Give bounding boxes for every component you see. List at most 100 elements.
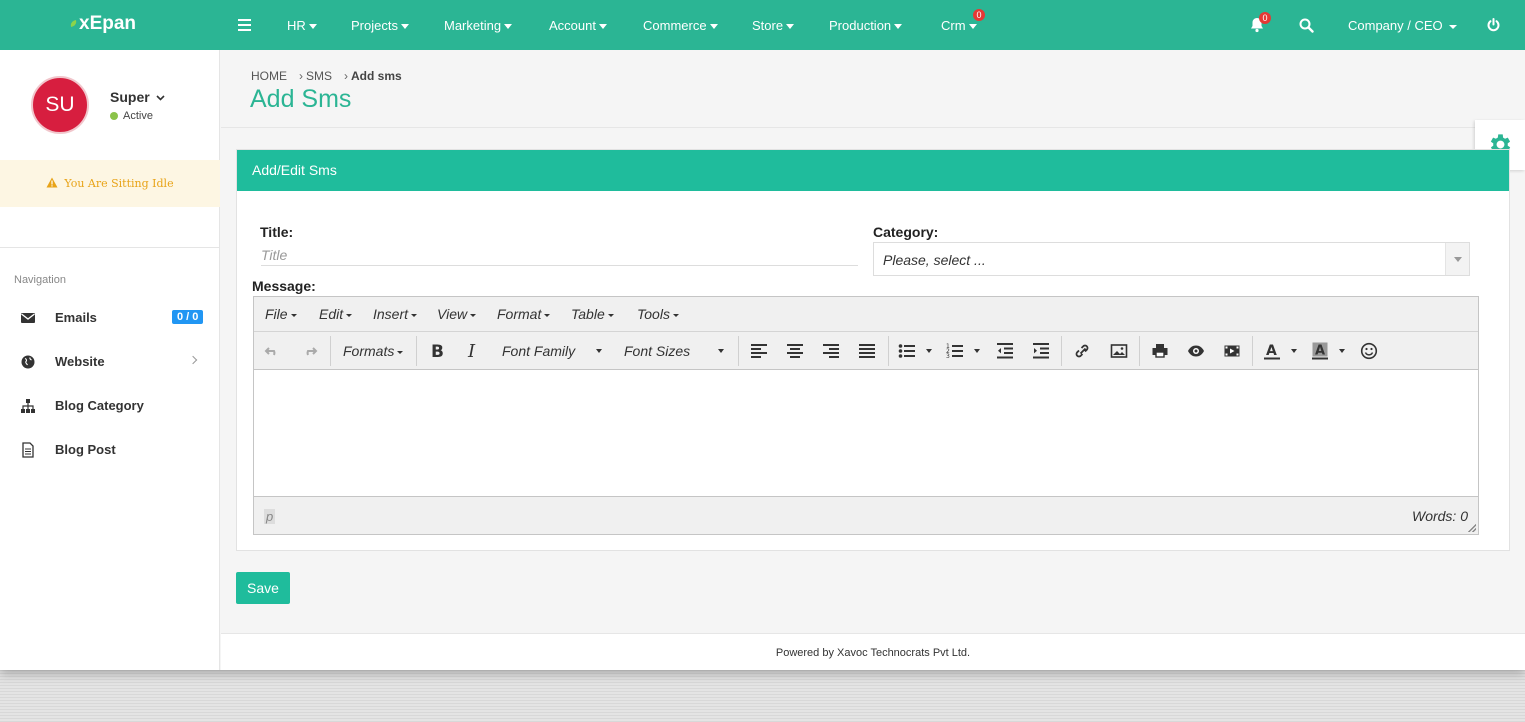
breadcrumb-sms[interactable]: SMS: [306, 69, 332, 83]
align-center-icon[interactable]: [786, 341, 804, 361]
toolbar-divider: [330, 336, 331, 366]
editor-content-area[interactable]: [254, 370, 1478, 496]
caret-down-icon[interactable]: [1291, 349, 1297, 353]
breadcrumb-current: Add sms: [351, 69, 402, 83]
numbered-list-icon[interactable]: 123: [946, 341, 964, 361]
breadcrumb-home[interactable]: HOME: [251, 69, 287, 83]
menu-format[interactable]: Format: [497, 306, 551, 322]
nav-heading: Navigation: [14, 274, 66, 286]
media-icon[interactable]: [1223, 341, 1241, 361]
caret-down-icon: [470, 313, 477, 317]
preview-eye-icon[interactable]: [1187, 341, 1205, 361]
menu-label: Format: [497, 306, 542, 322]
bullet-list-icon[interactable]: [898, 341, 916, 361]
nav-label: Crm: [941, 18, 966, 33]
align-justify-icon[interactable]: [858, 341, 876, 361]
user-menu[interactable]: Super: [110, 89, 165, 105]
nav-crm[interactable]: Crm: [941, 18, 977, 33]
nav-commerce[interactable]: Commerce: [643, 18, 718, 33]
align-left-icon[interactable]: [750, 341, 768, 361]
sms-form-panel: Add/Edit Sms Title: Category: Please, se…: [236, 149, 1510, 551]
outdent-icon[interactable]: [996, 341, 1014, 361]
nav-label: Marketing: [444, 18, 502, 33]
emails-count-badge: 0 / 0: [172, 310, 204, 324]
menu-label: View: [437, 306, 468, 322]
font-family-dropdown[interactable]: Font Family: [502, 343, 575, 359]
text-color-icon[interactable]: A: [1263, 341, 1281, 361]
formats-dropdown[interactable]: Formats: [343, 343, 404, 359]
nav-hr[interactable]: HR: [287, 18, 317, 33]
image-icon[interactable]: [1110, 341, 1128, 361]
redo-icon[interactable]: [300, 341, 318, 361]
link-icon[interactable]: [1073, 341, 1091, 361]
sidebar-item-label: Blog Post: [55, 442, 116, 457]
svg-text:A: A: [1266, 343, 1277, 359]
sidebar-item-website[interactable]: Website: [0, 346, 220, 376]
italic-icon[interactable]: I: [465, 341, 481, 361]
menu-view[interactable]: View: [437, 306, 477, 322]
nav-label: Commerce: [643, 18, 707, 33]
caret-down-icon: [544, 313, 551, 317]
element-path[interactable]: p: [264, 509, 276, 524]
font-family-label: Font Family: [502, 343, 576, 359]
nav-projects[interactable]: Projects: [351, 18, 409, 33]
bold-icon[interactable]: B: [429, 341, 445, 361]
caret-down-icon: [598, 24, 607, 30]
title-input[interactable]: [261, 244, 858, 266]
caret-down-icon[interactable]: [596, 349, 602, 353]
menu-label: File: [265, 306, 288, 322]
indent-icon[interactable]: [1032, 341, 1050, 361]
menu-toggle-icon[interactable]: [238, 19, 251, 31]
crm-badge: 0: [973, 9, 985, 21]
sidebar-item-label: Website: [55, 354, 105, 369]
caret-down-icon[interactable]: [1339, 349, 1345, 353]
app-window: xEpan HR Projects Marketing Account Comm…: [0, 0, 1525, 670]
nav-label: Account: [549, 18, 596, 33]
caret-down-icon[interactable]: [926, 349, 932, 353]
category-select[interactable]: Please, select ...: [873, 242, 1470, 276]
undo-icon[interactable]: [264, 341, 282, 361]
category-selected-value: Please, select ...: [883, 252, 986, 268]
power-icon[interactable]: [1487, 18, 1500, 35]
nav-marketing[interactable]: Marketing: [444, 18, 513, 33]
print-icon[interactable]: [1151, 341, 1169, 361]
svg-text:B: B: [431, 342, 444, 361]
company-role-dropdown[interactable]: Company / CEO: [1348, 18, 1457, 33]
toolbar-divider: [1061, 336, 1062, 366]
menu-label: Tools: [637, 306, 670, 322]
caret-down-icon[interactable]: [718, 349, 724, 353]
background-color-icon[interactable]: A: [1311, 341, 1329, 361]
save-button[interactable]: Save: [236, 572, 290, 604]
sitemap-icon: [21, 399, 35, 413]
caret-down-icon: [400, 24, 409, 30]
menu-tools[interactable]: Tools: [637, 306, 679, 322]
message-label: Message:: [252, 278, 316, 294]
caret-down-icon: [607, 313, 614, 317]
sidebar-item-blog-post[interactable]: Blog Post: [0, 434, 220, 464]
company-role-label: Company / CEO: [1348, 18, 1443, 33]
brand-logo[interactable]: xEpan: [69, 13, 136, 35]
nav-store[interactable]: Store: [752, 18, 795, 33]
nav-account[interactable]: Account: [549, 18, 607, 33]
menu-insert[interactable]: Insert: [373, 306, 418, 322]
align-right-icon[interactable]: [822, 341, 840, 361]
sidebar-item-blog-category[interactable]: Blog Category: [0, 390, 220, 420]
caret-down-icon[interactable]: [974, 349, 980, 353]
caret-down-icon: [672, 313, 679, 317]
font-sizes-dropdown[interactable]: Font Sizes: [624, 343, 690, 359]
menu-file[interactable]: File: [265, 306, 297, 322]
search-icon[interactable]: [1299, 18, 1314, 36]
sidebar-item-emails[interactable]: Emails 0 / 0: [0, 302, 220, 332]
footer-text: Powered by Xavoc Technocrats Pvt Ltd.: [775, 647, 971, 659]
divider: [0, 247, 220, 248]
file-text-icon: [22, 442, 34, 458]
avatar[interactable]: SU: [31, 76, 89, 134]
warning-icon: [46, 177, 58, 188]
menu-edit[interactable]: Edit: [319, 306, 353, 322]
nav-label: Store: [752, 18, 784, 33]
menu-table[interactable]: Table: [571, 306, 614, 322]
nav-production[interactable]: Production: [829, 18, 903, 33]
editor-menubar: File Edit Insert View Format Table Tools: [254, 297, 1478, 332]
resize-handle-icon[interactable]: [1468, 524, 1476, 532]
emoticon-icon[interactable]: [1360, 341, 1378, 361]
